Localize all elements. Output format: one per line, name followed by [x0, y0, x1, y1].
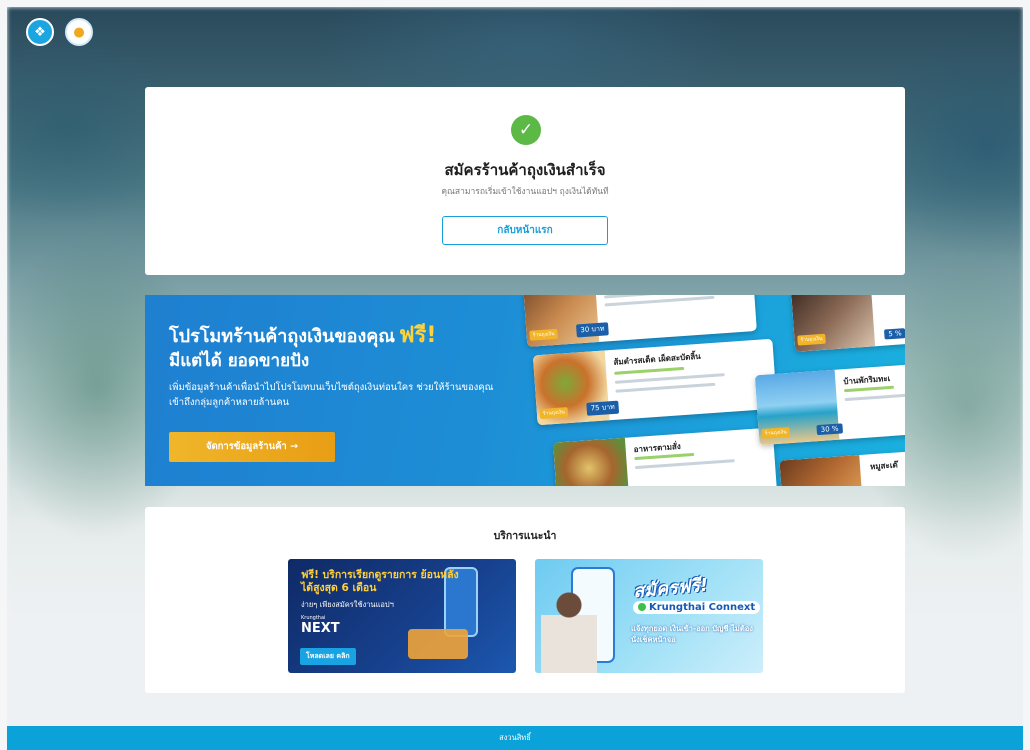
recommended-services-card: บริการแนะนำ ฟรี! บริการเรียกดูรายการ ย้อ…: [145, 507, 905, 693]
footer: สงวนสิทธิ์: [7, 726, 1023, 750]
success-subtitle: คุณสามารถเริ่มเข้าใช้งานแอปฯ ถุงเงินได้ท…: [441, 187, 609, 197]
connext-banner-description: แจ้งทุกยอด เงินเข้า-ออก บัญชี ไม่ต้องนั่…: [631, 624, 753, 644]
shop-image: [553, 437, 630, 486]
shop-detail-line: [614, 366, 685, 375]
shop-price: 75 บาท: [586, 400, 620, 416]
shop-card: บ้านพักริมทะเ ร้านถุงเงิน 30 %: [754, 362, 905, 446]
shop-card: ร้านถุงเงิน 30 บาท: [523, 295, 757, 347]
shop-name: ส้มตำรสเด็ด เผ็ดสะบัดลิ้น: [613, 351, 702, 367]
success-card: ✓ สมัครร้านค้าถุงเงินสำเร็จ คุณสามารถเริ…: [145, 87, 905, 275]
check-circle-icon: ✓: [511, 115, 541, 145]
food-cart-illustration-icon: [408, 629, 468, 659]
shop-detail-line: [634, 459, 735, 470]
services-title: บริการแนะนำ: [493, 530, 557, 542]
connext-banner-title: สมัครฟรี!: [632, 574, 710, 603]
connext-brand-name: Krungthai Connext: [649, 602, 756, 613]
shop-image: [779, 455, 863, 486]
promo-free-label: ฟรี!: [398, 323, 437, 348]
shop-price: 30 บาท: [575, 322, 609, 338]
shop-detail-line: [614, 373, 725, 384]
shop-tag: ร้านถุงเงิน: [539, 407, 569, 420]
shop-detail-line: [615, 382, 716, 393]
download-now-button[interactable]: โหลดเลย คลิก: [300, 648, 356, 665]
connext-brand: Krungthai Connext: [633, 601, 761, 614]
success-title: สมัครร้านค้าถุงเงินสำเร็จ: [444, 161, 606, 179]
shop-card: อาหารตามสั่ง: [553, 427, 777, 486]
page: ❖ ● ✓ สมัครร้านค้าถุงเงินสำเร็จ คุณสามาร…: [7, 7, 1023, 750]
next-brand-logo: Krungthai NEXT: [301, 615, 340, 636]
person-illustration-icon: [541, 589, 597, 673]
shop-tag: ร้านถุงเงิน: [797, 333, 826, 346]
promo-banner[interactable]: โปรโมทร้านค้าถุงเงินของคุณ ฟรี! มีแต่ได้ …: [145, 295, 905, 486]
shop-tag: ร้านถุงเงิน: [529, 328, 558, 341]
krungthai-next-banner[interactable]: ฟรี! บริการเรียกดูรายการ ย้อนหลังได้สูงส…: [288, 559, 516, 673]
shop-price: 5 %: [883, 328, 905, 340]
shop-tag: ร้านถุงเงิน: [761, 427, 791, 439]
shop-detail-line: [604, 295, 715, 307]
shop-name: หมูสะเต๊: [869, 460, 899, 472]
back-home-button[interactable]: กลับหน้าแรก: [442, 216, 608, 245]
next-brand-name: NEXT: [301, 621, 340, 636]
shop-detail-line: [844, 393, 905, 402]
krungthai-logo-icon[interactable]: ❖: [26, 18, 54, 46]
promo-title-text: โปรโมทร้านค้าถุงเงินของคุณ: [169, 326, 395, 347]
shop-card: ส้มตำรสเด็ด เผ็ดสะบัดลิ้น ร้านถุงเงิน 75…: [532, 338, 778, 426]
krungthai-connext-banner[interactable]: สมัครฟรี! Krungthai Connext แจ้งทุกยอด เ…: [535, 559, 763, 673]
footer-copyright: สงวนสิทธิ์: [499, 733, 531, 742]
shop-card: หมูสะเต๊: [779, 449, 905, 486]
promo-description: เพิ่มข้อมูลร้านค้าเพื่อนำไปโปรโมทบนเว็บไ…: [169, 382, 494, 408]
next-banner-subtitle: ง่ายๆ เพียงสมัครใช้งานแอปฯ: [301, 600, 394, 609]
promo-subtitle: มีแต่ได้ ยอดขายปัง: [169, 351, 310, 371]
paotang-logo-icon[interactable]: ●: [65, 18, 93, 46]
next-banner-title: ฟรี! บริการเรียกดูรายการ ย้อนหลังได้สูงส…: [301, 569, 459, 594]
shop-price: 30 %: [816, 423, 843, 436]
line-icon: [638, 603, 646, 611]
manage-shop-button[interactable]: จัดการข้อมูลร้านค้า →: [169, 432, 335, 462]
shop-card: ร้านถุงเงิน 5 %: [791, 295, 905, 352]
